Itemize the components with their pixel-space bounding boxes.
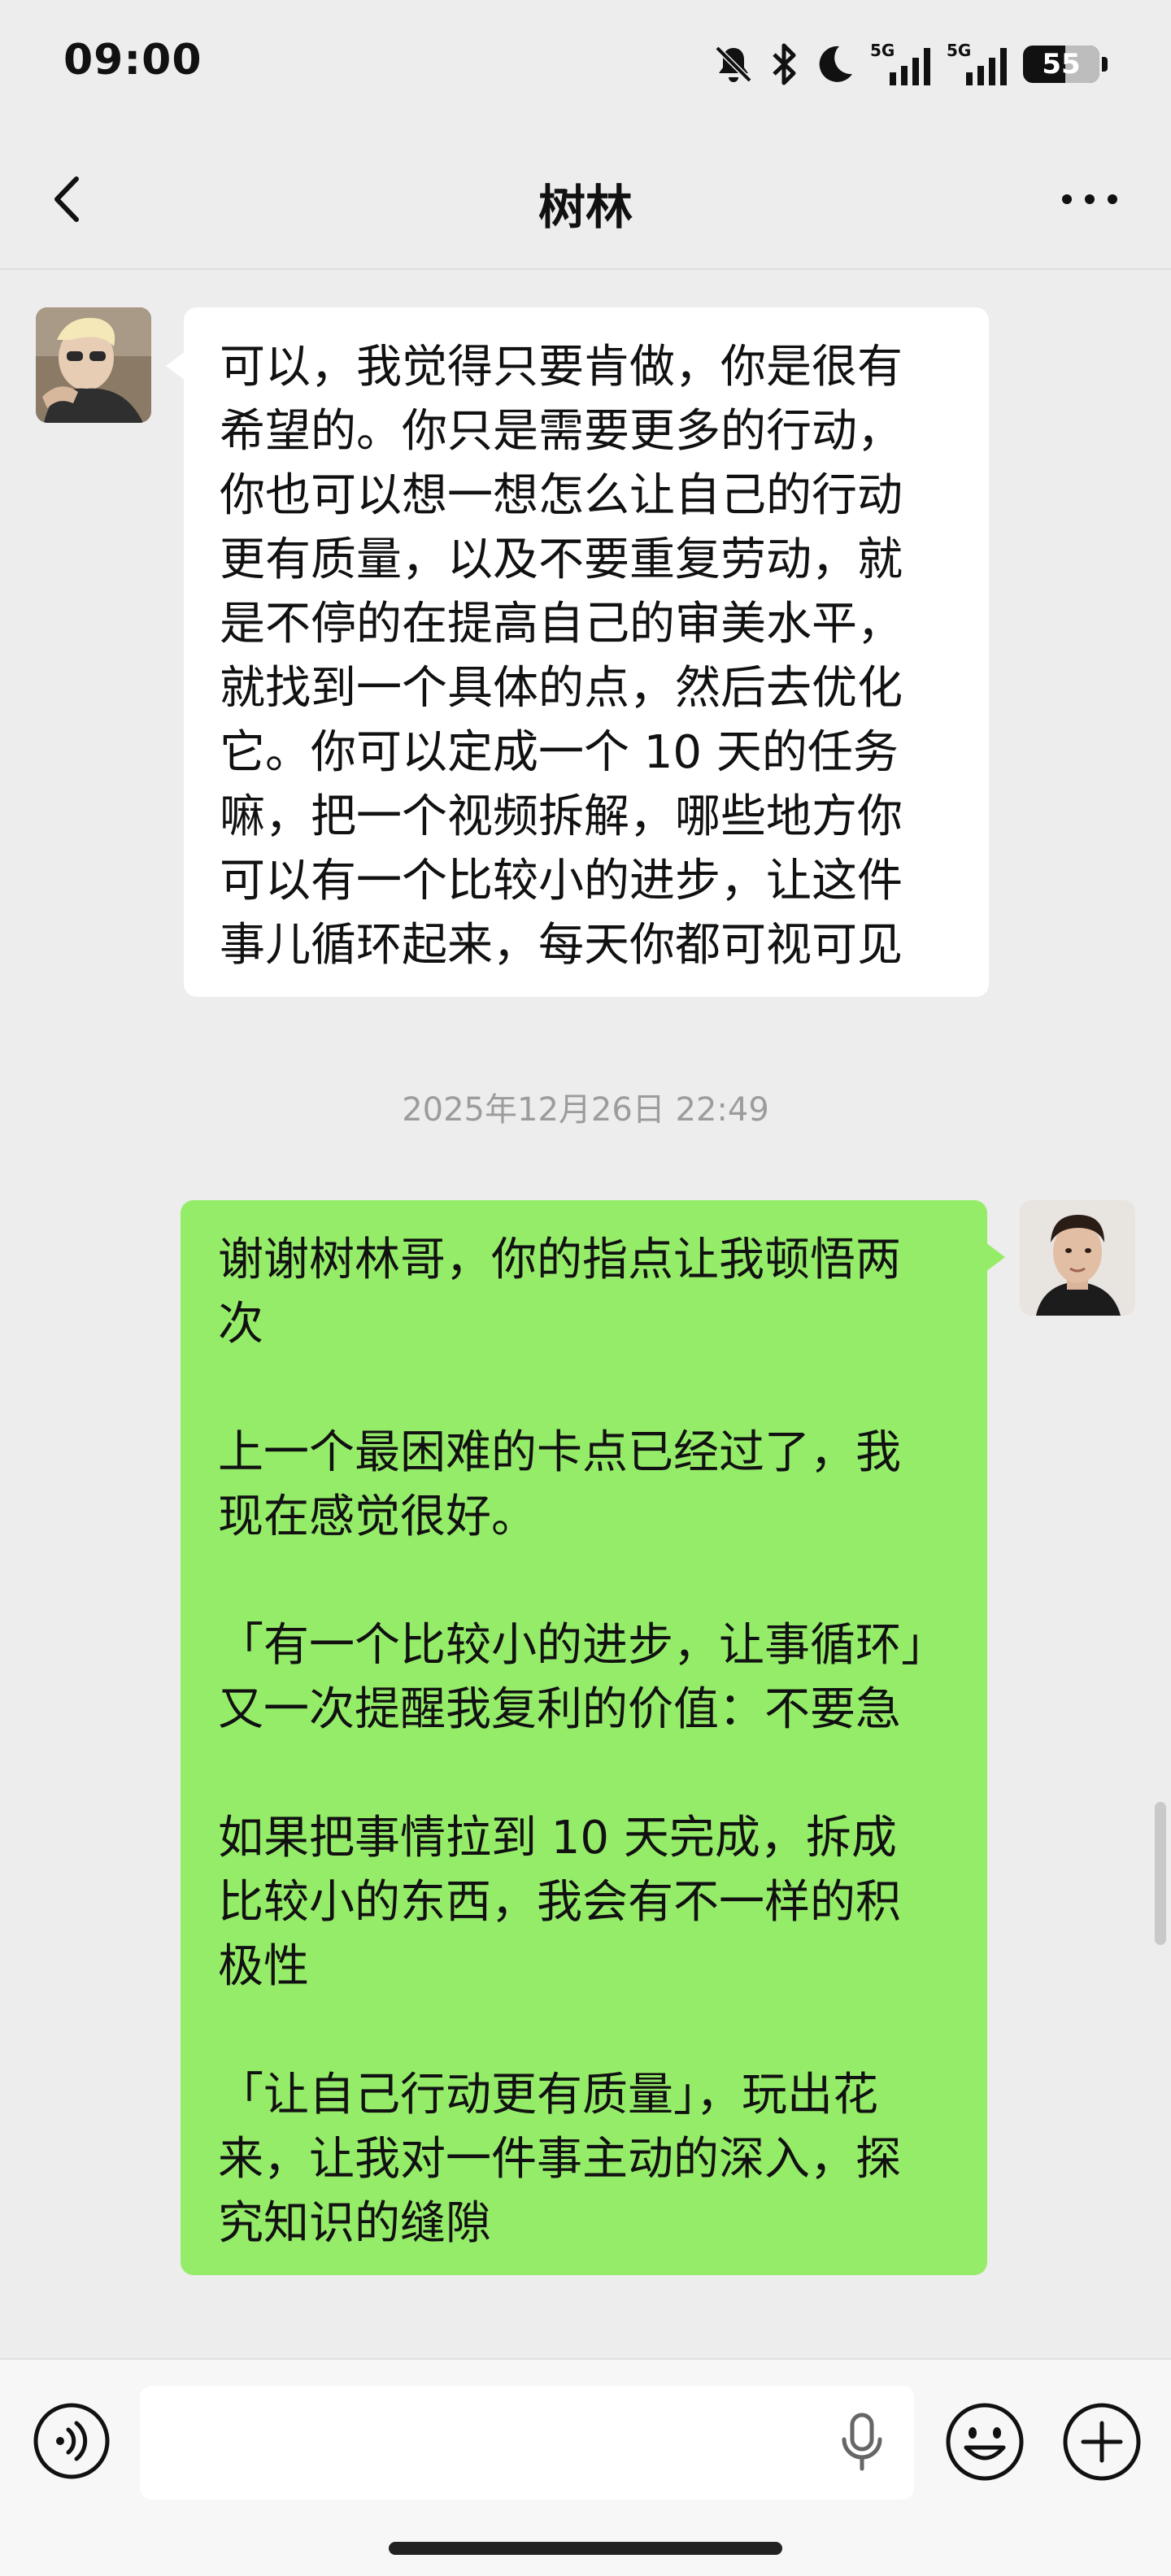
input-bar (0, 2358, 1171, 2576)
signal-icon: 5G (947, 41, 1007, 85)
status-icons: 5G 5G 55 (712, 36, 1108, 93)
message-timestamp: 2025年12月26日 22:49 (402, 1091, 769, 1129)
more-dots-icon (1062, 194, 1117, 204)
voice-icon (33, 2403, 110, 2479)
battery-icon: 55 (1023, 46, 1108, 83)
bluetooth-icon (773, 43, 796, 85)
emoji-button[interactable] (943, 2400, 1026, 2483)
message-bubble-incoming[interactable]: 可以，我觉得只要肯做，你是很有 希望的。你只是需要更多的行动， 你也可以想一想怎… (166, 307, 989, 997)
contact-avatar[interactable] (36, 307, 151, 423)
mute-bell-icon (715, 46, 752, 83)
more-functions-button[interactable] (1060, 2400, 1143, 2483)
battery-level: 55 (1042, 48, 1081, 80)
more-button[interactable] (1057, 179, 1122, 220)
message-bubble-outgoing[interactable]: 谢谢树林哥，你的指点让我顿悟两 次 上一个最困难的卡点已经过了，我 现在感觉很好… (181, 1200, 1005, 2275)
signal-icon: 5G (870, 41, 930, 85)
status-time: 09:00 (63, 36, 202, 85)
scrollbar-thumb[interactable] (1155, 1802, 1166, 1945)
chat-header: 树林 (0, 130, 1171, 270)
plus-icon (1063, 2403, 1141, 2481)
user-avatar[interactable] (1020, 1200, 1135, 1316)
signal-label: 5G (870, 41, 895, 60)
emoji-icon (946, 2403, 1024, 2481)
status-bar: 09:00 5G 5G 55 (0, 0, 1171, 130)
mic-icon[interactable] (838, 2412, 886, 2474)
chat-title: 树林 (538, 180, 633, 235)
message-input[interactable] (140, 2386, 914, 2500)
voice-button[interactable] (31, 2400, 112, 2482)
signal-label: 5G (947, 41, 971, 60)
home-indicator[interactable] (389, 2542, 782, 2555)
moon-icon (819, 46, 852, 82)
